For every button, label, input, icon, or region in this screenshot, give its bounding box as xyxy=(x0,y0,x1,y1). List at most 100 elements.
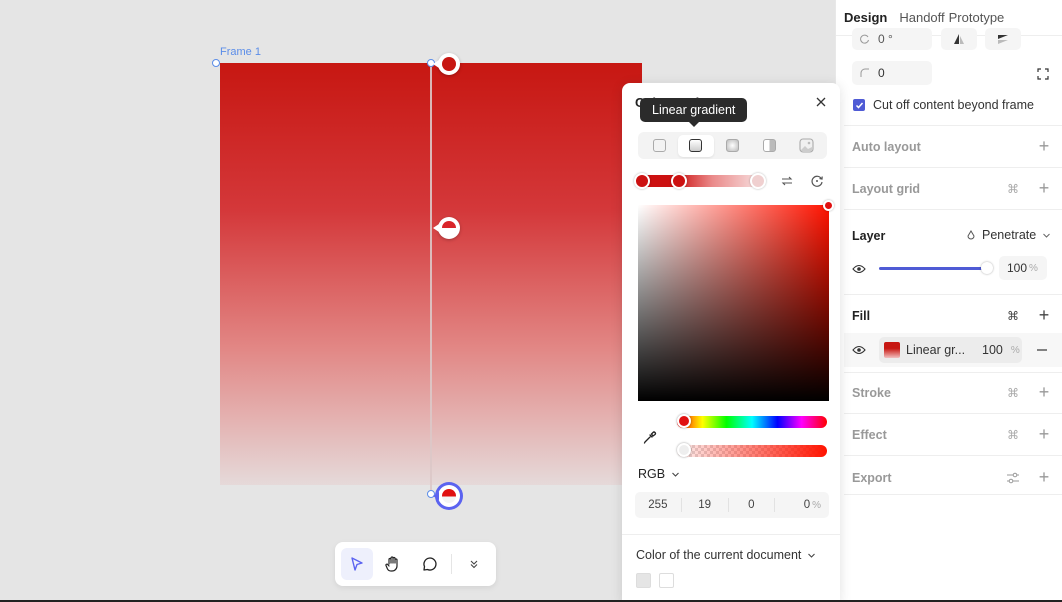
percent-unit: % xyxy=(1010,344,1020,356)
gradient-stop-handle-1[interactable] xyxy=(433,53,460,75)
properties-panel: Design Handoff Prototype 0 ° 0 Cut off c… xyxy=(835,0,1062,600)
document-color-swatch[interactable] xyxy=(659,573,674,588)
document-colors-label: Color of the current document xyxy=(636,548,802,562)
green-input[interactable]: 19 xyxy=(682,498,729,512)
plus-icon: + xyxy=(1038,305,1050,325)
eyedropper-button[interactable] xyxy=(642,429,660,447)
toolbar-divider xyxy=(451,554,452,574)
frame-label[interactable]: Frame 1 xyxy=(220,46,261,58)
swap-stops-button[interactable] xyxy=(778,172,796,190)
add-auto-layout-button[interactable]: + xyxy=(1037,137,1051,155)
layout-grid-styles-button[interactable]: ⌘ xyxy=(1006,182,1020,196)
stroke-styles-button[interactable]: ⌘ xyxy=(1006,386,1020,400)
fill-swatch[interactable] xyxy=(884,342,900,358)
export-settings-button[interactable] xyxy=(1006,471,1020,485)
fill-type-radial-gradient[interactable] xyxy=(715,135,751,157)
fill-type-image[interactable] xyxy=(788,135,824,157)
add-layout-grid-button[interactable]: + xyxy=(1037,178,1051,198)
gradient-stop-1[interactable] xyxy=(634,173,650,189)
gradient-stop-2[interactable] xyxy=(671,173,687,189)
fill-type-linear-gradient[interactable] xyxy=(677,134,714,157)
fill-visibility-toggle[interactable] xyxy=(852,343,866,357)
close-icon xyxy=(816,97,826,107)
layer-opacity-value: 100 xyxy=(1007,261,1028,275)
blend-mode-select[interactable]: Penetrate xyxy=(966,228,1051,242)
blue-input[interactable]: 0 xyxy=(729,498,776,512)
divider xyxy=(622,534,840,535)
plus-icon: + xyxy=(1038,178,1050,198)
rotation-input[interactable]: 0 ° xyxy=(852,28,932,50)
panel-tabs: Design Handoff Prototype xyxy=(844,10,1004,25)
blend-mode-value: Penetrate xyxy=(982,228,1037,242)
section-title: Export xyxy=(852,471,892,485)
chevron-down-icon xyxy=(672,472,679,477)
flip-horizontal-button[interactable] xyxy=(941,28,977,50)
layer-opacity-slider-handle[interactable] xyxy=(981,262,993,274)
fill-styles-button[interactable]: ⌘ xyxy=(1006,309,1020,323)
fill-type-solid[interactable] xyxy=(641,135,677,157)
linear-gradient-icon xyxy=(689,139,703,152)
rotate-gradient-button[interactable] xyxy=(808,172,826,190)
alpha-slider[interactable] xyxy=(677,443,827,457)
corners-icon xyxy=(1037,68,1049,80)
saturation-value-picker[interactable] xyxy=(638,200,834,401)
minus-icon xyxy=(1037,349,1047,351)
comment-tool-button[interactable] xyxy=(413,548,445,580)
effect-styles-button[interactable]: ⌘ xyxy=(1006,428,1020,442)
cursor-arrow-icon xyxy=(351,557,363,571)
fill-type-angular-gradient[interactable] xyxy=(751,135,787,157)
styles-icon: ⌘ xyxy=(1007,386,1019,400)
rotation-icon xyxy=(860,34,869,44)
tab-design[interactable]: Design xyxy=(844,10,887,25)
corner-radius-icon xyxy=(860,68,869,77)
gradient-stop-handle-2[interactable] xyxy=(433,217,460,239)
eye-icon xyxy=(852,264,866,274)
color-mode-select[interactable]: RGB xyxy=(638,467,680,481)
solid-fill-icon xyxy=(652,139,666,152)
red-input[interactable]: 255 xyxy=(635,498,682,512)
layer-opacity-input[interactable]: 100 % xyxy=(999,256,1047,280)
more-tools-button[interactable] xyxy=(458,548,490,580)
flip-vertical-button[interactable] xyxy=(985,28,1021,50)
tooltip: Linear gradient xyxy=(640,98,748,127)
frame-corner-handle[interactable] xyxy=(212,59,220,67)
add-export-button[interactable]: + xyxy=(1037,468,1051,486)
document-colors-dropdown[interactable]: Color of the current document xyxy=(636,548,816,562)
hand-tool-button[interactable] xyxy=(377,548,409,580)
percent-unit: % xyxy=(1029,262,1038,274)
fill-opacity-value[interactable]: 100 xyxy=(982,343,1003,357)
corner-radius-input[interactable]: 0 xyxy=(852,61,932,85)
move-tool-button[interactable] xyxy=(341,548,373,580)
independent-corners-button[interactable] xyxy=(1036,67,1050,81)
alpha-input[interactable]: 0% xyxy=(775,498,829,513)
chevron-down-icon xyxy=(1043,233,1051,238)
document-color-swatch[interactable] xyxy=(636,573,651,588)
saturation-value-handle[interactable] xyxy=(823,200,834,211)
gradient-stop-3[interactable] xyxy=(750,173,766,189)
clip-content-checkbox[interactable] xyxy=(853,99,865,111)
fill-item[interactable]: Linear gr... 100 % xyxy=(879,337,1022,363)
layer-visibility-toggle[interactable] xyxy=(852,262,866,276)
gradient-stop-handle-3[interactable] xyxy=(433,485,460,507)
close-button[interactable] xyxy=(812,93,830,111)
gradient-stops-bar[interactable] xyxy=(634,173,766,189)
alpha-slider-handle[interactable] xyxy=(677,443,691,457)
hue-slider[interactable] xyxy=(677,414,827,428)
styles-icon: ⌘ xyxy=(1007,428,1019,442)
add-fill-button[interactable]: + xyxy=(1037,305,1051,325)
droplet-icon xyxy=(967,230,975,240)
remove-fill-button[interactable] xyxy=(1035,343,1049,357)
section-export: Export + xyxy=(844,455,1062,495)
tab-handoff[interactable]: Handoff xyxy=(899,10,944,25)
image-icon xyxy=(798,138,814,153)
add-stroke-button[interactable]: + xyxy=(1037,383,1051,401)
tab-prototype[interactable]: Prototype xyxy=(949,10,1005,25)
rotation-value: 0 ° xyxy=(878,32,893,46)
layer-opacity-slider[interactable] xyxy=(879,262,993,274)
add-effect-button[interactable]: + xyxy=(1037,425,1051,443)
hue-slider-handle[interactable] xyxy=(677,414,691,428)
bottom-toolbar xyxy=(335,542,496,586)
section-title: Layer xyxy=(852,229,886,243)
gradient-direction-line[interactable] xyxy=(430,63,432,495)
styles-icon: ⌘ xyxy=(1007,182,1019,196)
